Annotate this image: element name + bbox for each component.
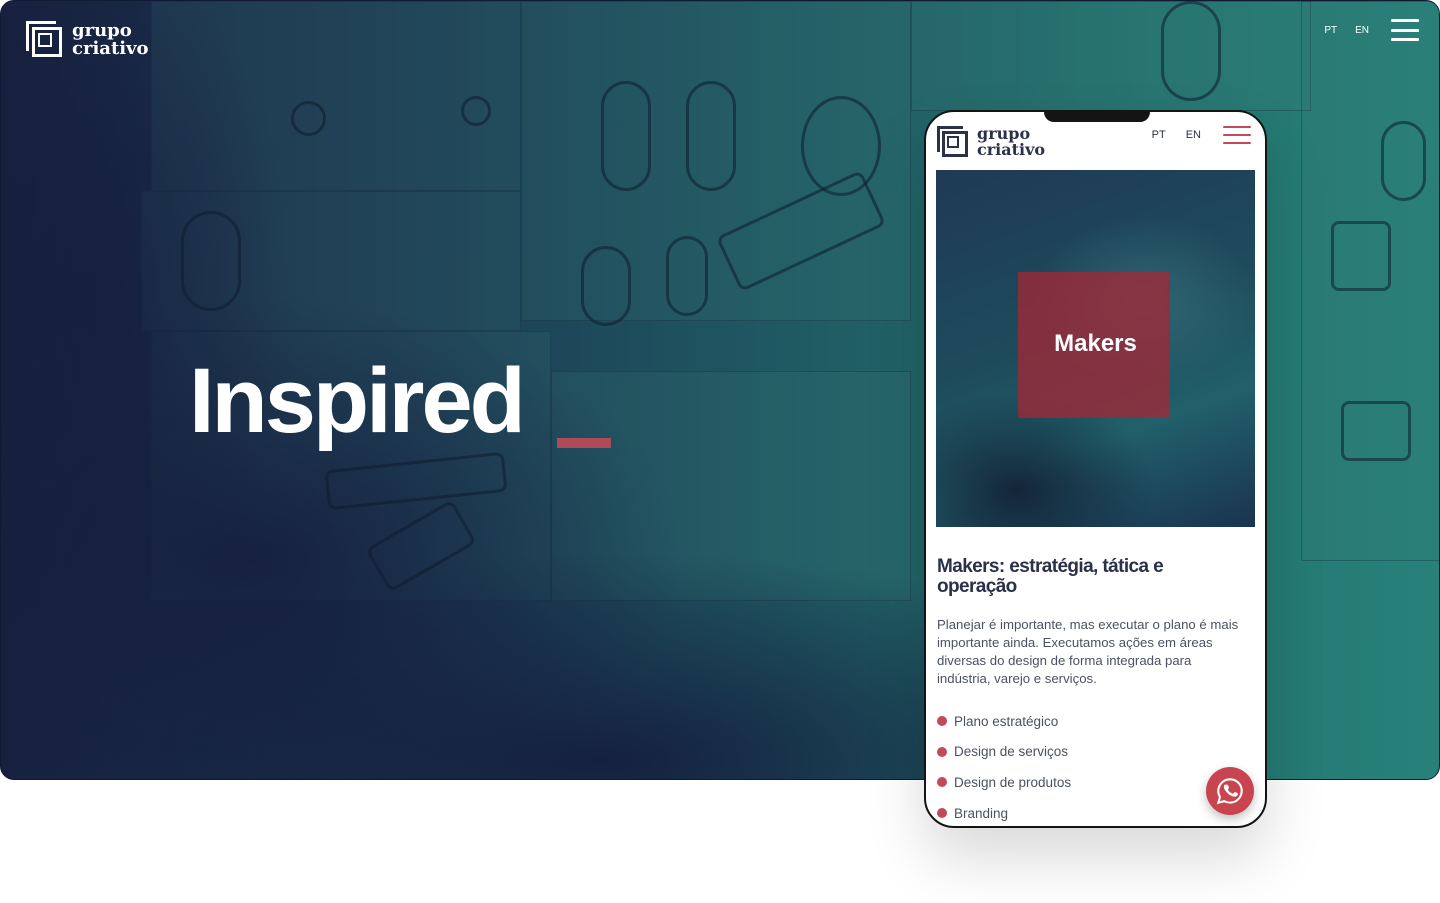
menu-icon[interactable] [1223, 126, 1251, 144]
makers-hero-label: Makers [1054, 330, 1137, 357]
section-title: Makers: estratégia, tática e operação [937, 556, 1164, 597]
sketch-shape [601, 81, 651, 191]
service-label: Design de serviços [954, 744, 1069, 760]
hero-headline: Inspired [189, 350, 526, 452]
logo-mark-icon [26, 21, 64, 59]
sketch-shape [1331, 221, 1391, 291]
sketch-shape [1161, 1, 1221, 101]
mobile-brand-logo[interactable]: grupo criativo [937, 126, 1045, 158]
bullet-dot-icon [937, 808, 947, 819]
mobile-nav: PT EN [1152, 126, 1251, 144]
mobile-lang-pt-link[interactable]: PT [1152, 129, 1166, 141]
bullet-dot-icon [937, 716, 947, 727]
sketch-shape [666, 236, 708, 316]
bullet-dot-icon [937, 746, 947, 757]
bullet-dot-icon [937, 777, 947, 788]
brand-logo[interactable]: grupo criativo [26, 21, 149, 59]
mobile-mockup: grupo criativo PT EN Makers Makers: estr… [924, 110, 1267, 828]
service-label: Branding [954, 805, 1009, 821]
mobile-brand-wordmark: grupo criativo [977, 126, 1045, 158]
sketch-shape [181, 211, 241, 311]
logo-mark-icon [937, 126, 969, 158]
makers-hero-image: Makers [936, 170, 1255, 527]
sketch-shape [291, 101, 326, 136]
list-item: Plano estratégico [937, 706, 1071, 737]
desktop-nav: PT EN [1324, 19, 1419, 41]
sketch-shape [1341, 401, 1411, 461]
sketch-shape [461, 96, 491, 126]
lang-en-link[interactable]: EN [1355, 25, 1369, 36]
sketch-shape [581, 246, 631, 326]
headline-cursor [557, 438, 611, 448]
phone-notch [1044, 112, 1150, 122]
brand-line-2: criativo [977, 140, 1046, 159]
list-item: Branding [937, 798, 1071, 826]
service-label: Design de produtos [954, 774, 1072, 790]
section-body: Planejar é importante, mas executar o pl… [937, 617, 1239, 686]
list-item: Design de serviços [937, 737, 1071, 768]
whatsapp-button[interactable] [1206, 767, 1254, 815]
sketch-shape [1381, 121, 1426, 201]
list-item: Design de produtos [937, 767, 1071, 798]
menu-icon[interactable] [1391, 19, 1419, 41]
sketch-shape [686, 81, 736, 191]
whatsapp-icon [1216, 778, 1243, 805]
brand-line-2: criativo [72, 38, 149, 59]
services-list: Plano estratégico Design de serviços Des… [937, 706, 1071, 826]
lang-pt-link[interactable]: PT [1324, 25, 1337, 36]
service-label: Plano estratégico [954, 713, 1059, 729]
mobile-lang-en-link[interactable]: EN [1186, 129, 1201, 141]
brand-wordmark: grupo criativo [72, 22, 149, 58]
